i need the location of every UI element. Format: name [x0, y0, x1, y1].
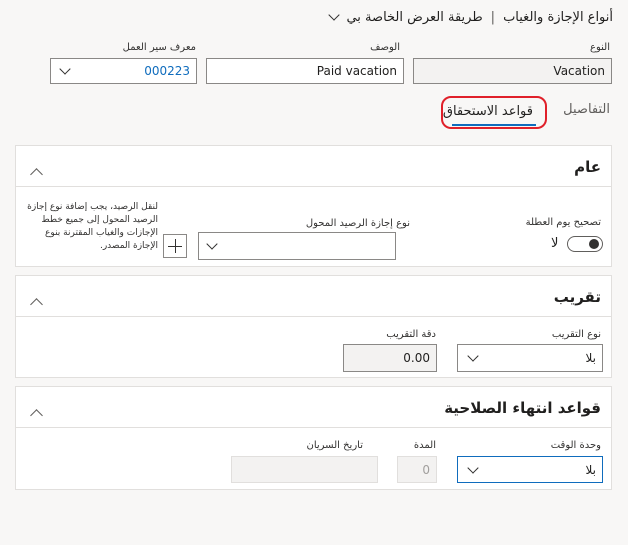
- duration-label: المدة: [413, 440, 436, 451]
- add-button[interactable]: [163, 234, 187, 258]
- rounding-section: تقريب نوع التقريب بلا دقة التقريب 0.00: [15, 275, 612, 378]
- effective-date-label: تاريخ السريان: [306, 440, 363, 451]
- holiday-correction-label: تصحيح يوم العطلة: [525, 217, 601, 228]
- general-section: عام تصحيح يوم العطلة لا نوع إجازة الرصيد…: [15, 145, 612, 267]
- workflow-id-field[interactable]: 000223: [50, 58, 197, 84]
- tab-accrual-rules[interactable]: قواعد الاستحقاق: [441, 96, 547, 129]
- type-value: Vacation: [553, 64, 605, 78]
- time-unit-label: وحدة الوقت: [550, 440, 601, 451]
- time-unit-value: بلا: [585, 462, 597, 477]
- rounding-type-dropdown[interactable]: بلا: [457, 344, 603, 372]
- breadcrumb-leave-types[interactable]: أنواع الإجازة والغياب: [503, 10, 613, 25]
- type-field[interactable]: Vacation: [413, 58, 612, 84]
- rounding-precision-label: دقة التقريب: [386, 329, 436, 340]
- collapse-icon[interactable]: [30, 405, 43, 424]
- general-title: عام: [574, 158, 601, 176]
- rounding-precision-value: 0.00: [403, 351, 430, 365]
- plus-icon-vertical: [175, 239, 177, 253]
- time-unit-dropdown[interactable]: بلا: [457, 456, 603, 483]
- rounding-type-value: بلا: [585, 351, 597, 365]
- rounding-type-label: نوع التقريب: [551, 329, 601, 340]
- collapse-icon[interactable]: [30, 294, 43, 313]
- chevron-down-icon[interactable]: [458, 461, 479, 479]
- description-label: الوصف: [370, 42, 400, 53]
- chevron-down-icon[interactable]: [199, 237, 218, 255]
- effective-date-field[interactable]: [231, 456, 378, 483]
- transfer-hint-text: لنقل الرصيد، يجب إضافة نوع إجازة الرصيد …: [27, 202, 158, 251]
- transfer-leave-type-label: نوع إجازة الرصيد المحول: [305, 218, 410, 229]
- holiday-correction-value: لا: [551, 236, 559, 251]
- transfer-leave-type-dropdown[interactable]: [198, 232, 396, 260]
- expiration-rules-section-header[interactable]: قواعد انتهاء الصلاحية: [16, 387, 611, 428]
- chevron-down-icon[interactable]: [51, 62, 71, 80]
- general-section-header[interactable]: عام: [16, 146, 611, 187]
- workflow-id-label: معرف سير العمل: [122, 42, 196, 53]
- expiration-rules-title: قواعد انتهاء الصلاحية: [444, 399, 601, 417]
- type-label: النوع: [590, 42, 610, 53]
- holiday-correction-toggle[interactable]: [567, 236, 603, 252]
- duration-field[interactable]: 0: [397, 456, 437, 483]
- rounding-section-header[interactable]: تقريب: [16, 276, 611, 317]
- breadcrumb-view[interactable]: طريقة العرض الخاصة بي: [346, 10, 482, 25]
- chevron-down-icon[interactable]: [328, 8, 341, 23]
- description-value: Paid vacation: [316, 64, 397, 78]
- chevron-down-icon[interactable]: [458, 349, 479, 367]
- rounding-precision-field[interactable]: 0.00: [343, 344, 437, 372]
- description-field[interactable]: Paid vacation: [206, 58, 404, 84]
- rounding-title: تقريب: [553, 288, 601, 306]
- tab-accrual-rules-label: قواعد الاستحقاق: [442, 104, 533, 119]
- breadcrumb-separator: |: [490, 10, 496, 25]
- duration-value: 0: [422, 462, 430, 477]
- tab-active-underline: [452, 124, 536, 126]
- workflow-id-value: 000223: [144, 64, 190, 78]
- expiration-rules-section: قواعد انتهاء الصلاحية وحدة الوقت بلا الم…: [15, 386, 612, 490]
- collapse-icon[interactable]: [30, 164, 43, 183]
- breadcrumb: أنواع الإجازة والغياب | طريقة العرض الخا…: [328, 8, 613, 25]
- tab-details[interactable]: التفاصيل: [563, 102, 610, 117]
- toggle-knob: [589, 239, 599, 249]
